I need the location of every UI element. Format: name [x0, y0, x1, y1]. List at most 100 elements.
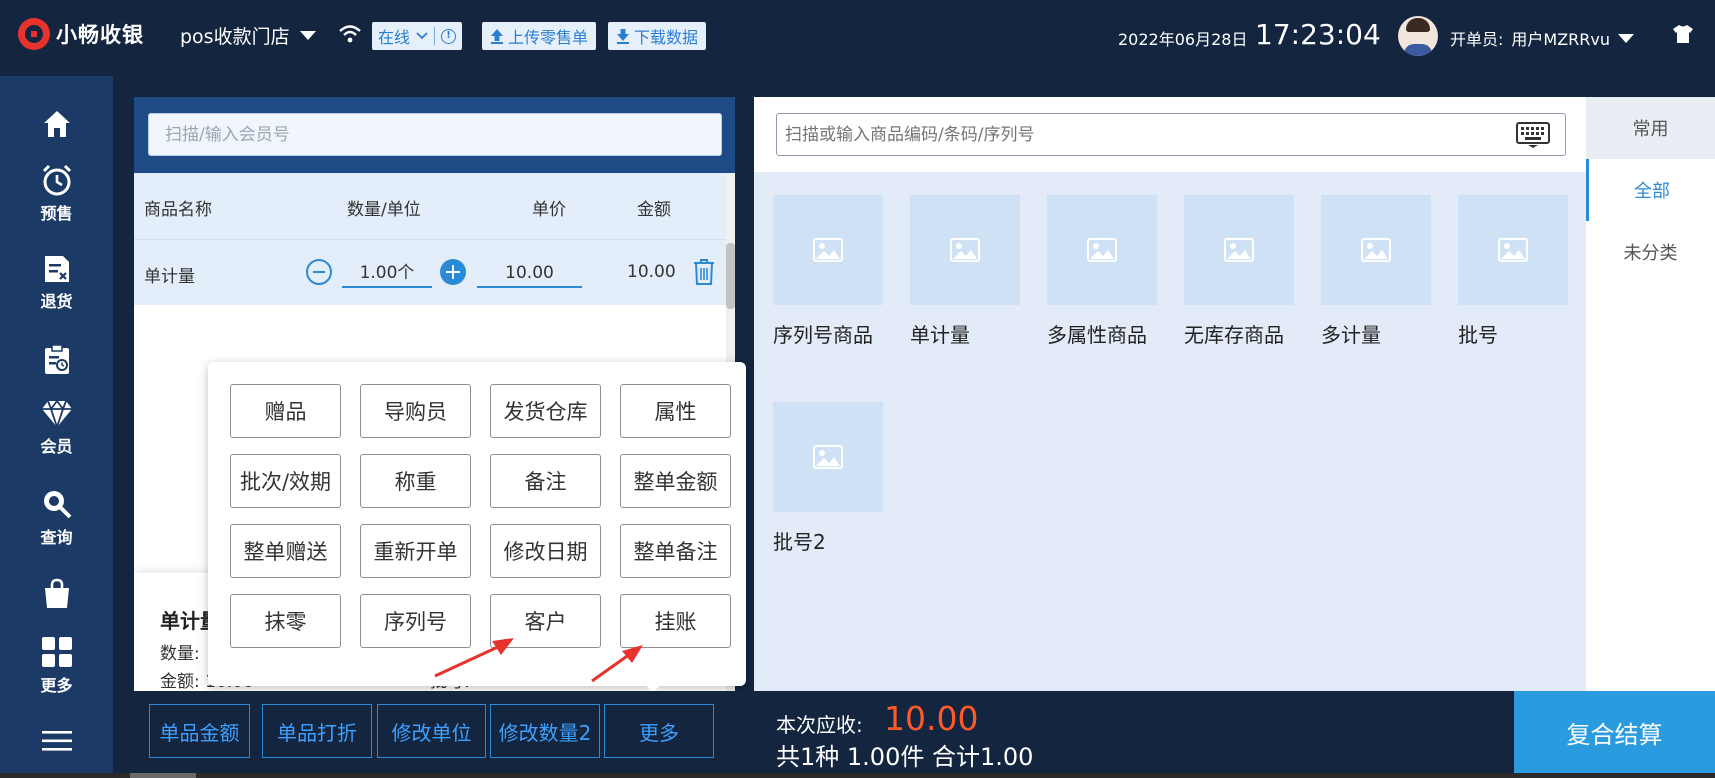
image-placeholder-icon: [1184, 195, 1294, 305]
qty-field[interactable]: 1.00个: [342, 258, 432, 288]
current-time: 17:23:04: [1255, 18, 1381, 51]
product-name: 批号: [1458, 323, 1498, 347]
product-name: 序列号商品: [773, 323, 873, 347]
price-field[interactable]: 10.00: [477, 258, 582, 288]
checkout-button[interactable]: 复合结算: [1514, 691, 1715, 773]
alarm-clock-icon: [42, 164, 71, 196]
product-search-input[interactable]: [776, 113, 1566, 156]
sidebar-item-return[interactable]: 退货: [0, 254, 113, 312]
decrease-qty-button[interactable]: [306, 259, 332, 285]
image-placeholder-icon: [910, 195, 1020, 305]
current-date: 2022年06月28日: [1118, 30, 1248, 49]
sidebar-item-more[interactable]: 更多: [0, 636, 113, 696]
change-date-button[interactable]: 修改日期: [490, 524, 601, 578]
download-data-button[interactable]: 下载数据: [608, 22, 707, 50]
logo: 小畅收银: [18, 18, 144, 50]
pos-app: 小畅收银 pos收款门店 在线 ! 上传零售单 下载数据 2022年06月28日…: [0, 0, 1715, 778]
product-no-stock[interactable]: 无库存商品: [1184, 195, 1294, 348]
logo-text: 小畅收银: [56, 23, 144, 47]
product-name: 单计量: [910, 323, 970, 347]
product-serial[interactable]: 序列号商品: [773, 195, 883, 348]
download-label: 下载数据: [634, 28, 699, 47]
sidebar-item-home[interactable]: [0, 109, 113, 139]
change-qty-button[interactable]: 修改数量2: [490, 704, 600, 758]
menu-icon: [41, 731, 72, 751]
info-icon[interactable]: !: [441, 28, 457, 44]
cart-table-header: 商品名称 数量/单位 单价 金额: [134, 173, 726, 239]
sidebar-item-menu[interactable]: [0, 730, 113, 752]
sidebar-item-label: 更多: [40, 676, 73, 695]
home-icon: [43, 111, 70, 137]
header-amount: 金额: [637, 200, 671, 220]
sidebar-item-label: 预售: [40, 204, 73, 223]
product-batch[interactable]: 批号: [1458, 195, 1568, 348]
download-arrow-icon: [617, 29, 629, 44]
change-unit-button[interactable]: 修改单位: [377, 704, 486, 758]
remark-button[interactable]: 备注: [490, 454, 601, 508]
image-placeholder-icon: [1321, 195, 1431, 305]
keyboard-icon[interactable]: [1516, 122, 1550, 148]
sidebar-item-label: 会员: [40, 437, 73, 456]
ship-warehouse-button[interactable]: 发货仓库: [490, 384, 601, 438]
tab-common[interactable]: 常用: [1586, 97, 1715, 159]
round-off-button[interactable]: 抹零: [230, 594, 341, 648]
serial-number-button[interactable]: 序列号: [360, 594, 471, 648]
cart-scrollbar-thumb[interactable]: [726, 243, 735, 309]
header-price: 单价: [532, 200, 566, 220]
upload-arrow-icon: [491, 29, 503, 44]
sidebar-item-label: 退货: [40, 292, 73, 311]
order-remark-button[interactable]: 整单备注: [620, 524, 731, 578]
logo-mark-icon: [18, 18, 50, 50]
product-name: 批号2: [773, 530, 826, 554]
item-discount-button[interactable]: 单品打折: [262, 704, 372, 758]
wifi-icon: [339, 25, 361, 43]
credit-button[interactable]: 挂账: [620, 594, 731, 648]
sales-guide-button[interactable]: 导购员: [360, 384, 471, 438]
tab-uncategorized[interactable]: 未分类: [1586, 221, 1715, 283]
online-status[interactable]: 在线 !: [372, 22, 463, 50]
order-gift-button[interactable]: 整单赠送: [230, 524, 341, 578]
chevron-down-icon: [299, 31, 316, 40]
attribute-button[interactable]: 属性: [620, 384, 731, 438]
shirt-icon[interactable]: [1672, 24, 1694, 44]
item-amount: 10.00: [627, 262, 676, 282]
sidebar-item-records[interactable]: [0, 344, 113, 376]
increase-qty-button[interactable]: [440, 259, 466, 285]
reopen-order-button[interactable]: 重新开单: [360, 524, 471, 578]
product-batch2[interactable]: 批号2: [773, 402, 883, 555]
product-multi-unit[interactable]: 多计量: [1321, 195, 1431, 348]
batch-expiry-button[interactable]: 批次/效期: [230, 454, 341, 508]
due-label: 本次应收:: [776, 713, 863, 737]
more-button[interactable]: 更多: [604, 704, 714, 758]
sidebar-item-member[interactable]: 会员: [0, 399, 113, 457]
image-placeholder-icon: [773, 402, 883, 512]
product-multi-attr[interactable]: 多属性商品: [1047, 195, 1157, 348]
weigh-button[interactable]: 称重: [360, 454, 471, 508]
header-qty-unit: 数量/单位: [347, 200, 421, 220]
table-row[interactable]: 单计量 1.00个 10.00 10.00: [134, 239, 726, 305]
store-selector[interactable]: pos收款门店: [180, 22, 316, 49]
operator-selector[interactable]: 开单员: 用户MZRRvu: [1450, 26, 1635, 50]
trash-icon[interactable]: [692, 258, 716, 286]
upload-sales-button[interactable]: 上传零售单: [482, 22, 597, 50]
sidebar-item-query[interactable]: 查询: [0, 488, 113, 548]
customer-button[interactable]: 客户: [490, 594, 601, 648]
sidebar-item-shop[interactable]: [0, 578, 113, 610]
avatar[interactable]: [1398, 16, 1438, 56]
gift-button[interactable]: 赠品: [230, 384, 341, 438]
due-amount: 10.00: [884, 699, 979, 738]
window-bottom-edge: [0, 773, 1715, 778]
shopping-bag-icon: [44, 578, 69, 608]
order-amount-button[interactable]: 整单金额: [620, 454, 731, 508]
member-bar: [134, 97, 735, 173]
item-amount-button[interactable]: 单品金额: [149, 704, 250, 758]
product-single-unit[interactable]: 单计量: [910, 195, 1020, 348]
more-menu-popup: 赠品 导购员 发货仓库 属性批次/效期 称重 备注 整单金额整单赠送 重新开单 修改日期 整单备注…: [208, 362, 746, 686]
category-tabs: 常用 全部 未分类: [1586, 97, 1715, 691]
tab-all[interactable]: 全部: [1586, 159, 1715, 221]
order-summary: 共1种 1.00件 合计1.00: [776, 743, 1034, 771]
window-scroll-indicator: [130, 773, 196, 778]
member-input[interactable]: [148, 113, 722, 156]
item-name: 单计量: [144, 267, 195, 287]
sidebar-item-presale[interactable]: 预售: [0, 164, 113, 224]
